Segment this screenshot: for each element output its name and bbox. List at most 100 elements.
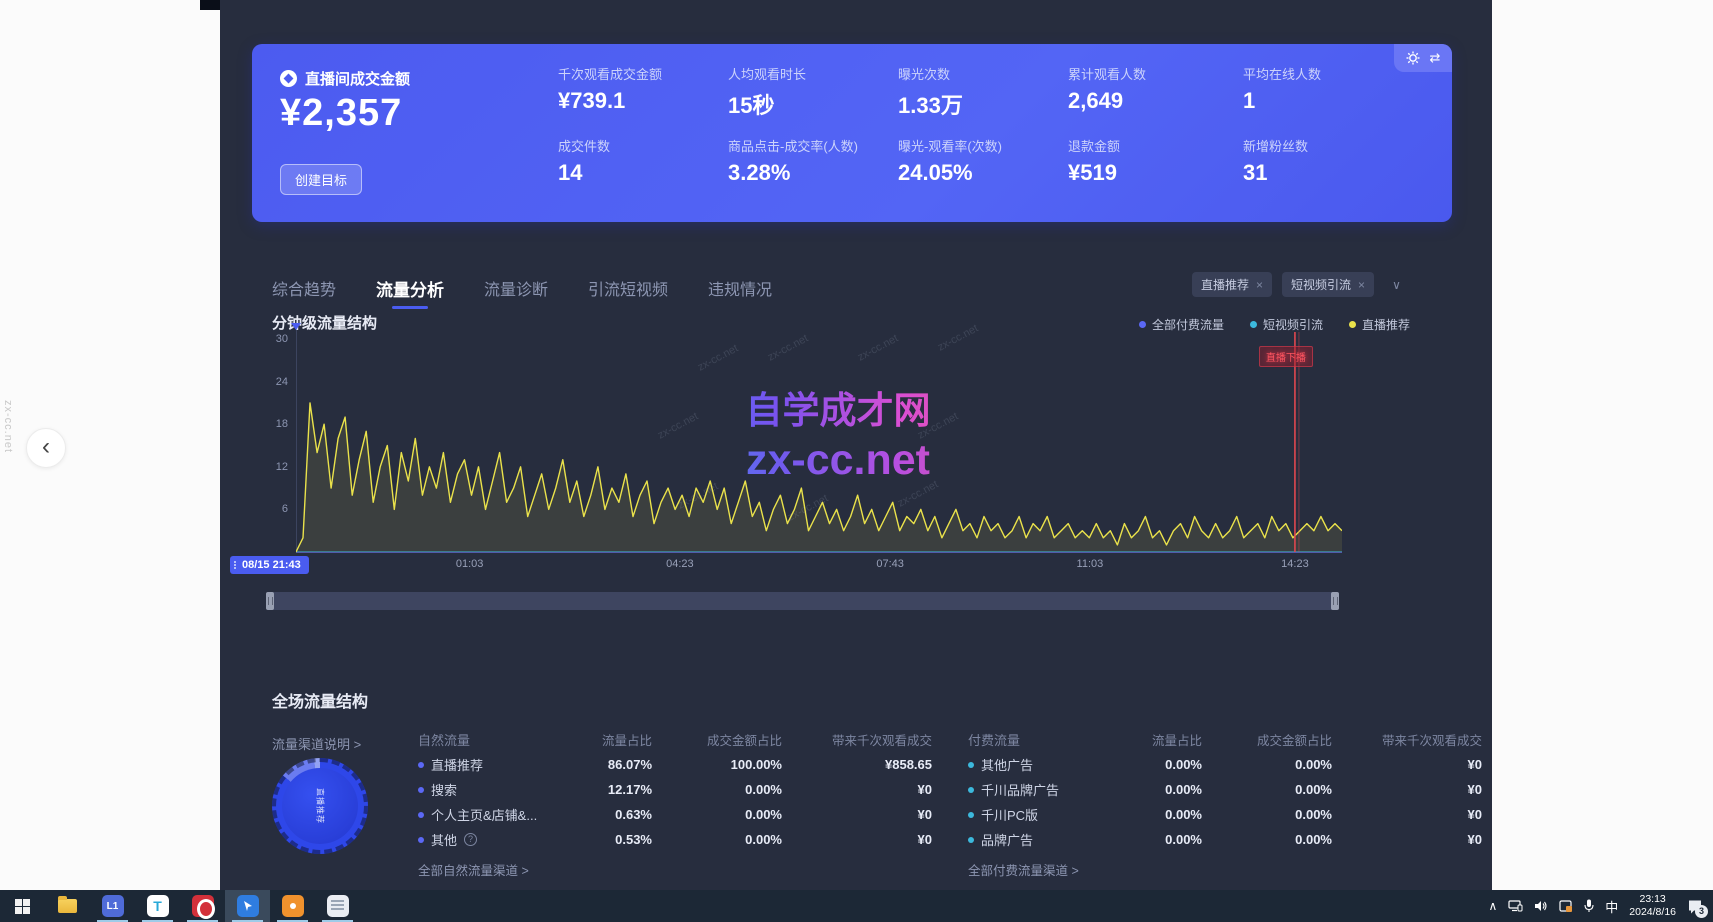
analytics-app-window: 直播间成交金额 ¥2,357 创建目标 千次观看成交金额¥739.1人均观看时长…	[220, 0, 1492, 890]
traffic-row-label: 其他	[431, 830, 457, 849]
chart-range-slider[interactable]	[267, 592, 1338, 610]
channel-help-link[interactable]: 流量渠道说明 >	[272, 734, 361, 753]
chip-close-icon[interactable]: ×	[1358, 278, 1365, 292]
session-traffic-section: 全场流量结构 流量渠道说明 > 直播推荐 自然流量流量占比成交金额占比带来千次观…	[220, 660, 1492, 890]
traffic-group-label: 付费流量	[968, 730, 1092, 749]
traffic-row-label: 千川PC版	[981, 805, 1038, 824]
ime-indicator[interactable]: 中	[1605, 897, 1618, 916]
taskbar-icon-windows-start[interactable]	[0, 890, 45, 922]
traffic-row-value: 0.00%	[1202, 757, 1332, 772]
traffic-row-label: 品牌广告	[981, 830, 1033, 849]
x-axis-tick-label: 07:43	[855, 558, 925, 570]
traffic-table-footer-link[interactable]: 全部自然流量渠道 >	[418, 860, 932, 879]
traffic-row-value: 0.00%	[652, 807, 782, 822]
traffic-row-value: 86.07%	[542, 757, 652, 772]
traffic-row-dot	[968, 762, 974, 768]
traffic-table-row[interactable]: 直播推荐86.07%100.00%¥858.65	[418, 752, 932, 777]
volume-icon[interactable]	[1534, 900, 1548, 912]
metric-label: 曝光-观看率(次数)	[898, 136, 1068, 155]
traffic-row-value: 0.63%	[542, 807, 652, 822]
traffic-table-row[interactable]: 个人主页&店铺&...0.63%0.00%¥0	[418, 802, 932, 827]
traffic-column-header: 成交金额占比	[1202, 730, 1332, 749]
legend-dot	[1250, 321, 1257, 328]
taskbar-icon-l1-app[interactable]: L1	[90, 890, 135, 922]
create-goal-button[interactable]: 创建目标	[280, 164, 362, 195]
minute-traffic-chart-section: 分钟级流量结构 全部付费流量短视频引流直播推荐 302418126 zx-cc.…	[220, 300, 1492, 630]
system-tray: ∧ 中 23:13 2024/8/16 3	[1488, 893, 1713, 919]
taskbar-icon-t-meeting-app[interactable]: T	[135, 890, 180, 922]
traffic-table-row[interactable]: 其他广告0.00%0.00%¥0	[968, 752, 1482, 777]
metric-value: 2,649	[1068, 88, 1238, 114]
metric-label: 人均观看时长	[728, 64, 898, 83]
taskbar-icon-pointer-app[interactable]	[225, 890, 270, 922]
banner-metric: 成交件数14	[558, 136, 728, 186]
traffic-row-value: 0.00%	[1092, 782, 1202, 797]
filter-chip[interactable]: 短视频引流×	[1282, 272, 1374, 297]
traffic-row-name: 品牌广告	[968, 830, 1092, 849]
chips-dropdown-icon[interactable]: ∨	[1384, 274, 1409, 296]
traffic-row-value: 100.00%	[652, 757, 782, 772]
taskbar-icon-red-o-browser[interactable]	[180, 890, 225, 922]
metric-value: 14	[558, 160, 728, 186]
settings-gear-icon[interactable]	[1406, 51, 1420, 65]
gmv-title: 直播间成交金额	[305, 68, 410, 89]
y-axis-tick-label: 6	[260, 503, 288, 515]
clock-date: 2024/8/16	[1629, 906, 1676, 919]
swap-view-icon[interactable]: ⇄	[1430, 50, 1441, 66]
x-axis-tick-label: 14:23	[1260, 558, 1330, 570]
traffic-row-dot	[418, 787, 424, 793]
chip-close-icon[interactable]: ×	[1256, 278, 1263, 292]
traffic-row-dot	[968, 787, 974, 793]
banner-corner-tools: ⇄	[1394, 44, 1452, 72]
microphone-icon[interactable]	[1584, 899, 1594, 913]
taskbar-icon-notepad-app[interactable]	[315, 890, 360, 922]
capture-tool-tray-icon[interactable]	[1559, 900, 1573, 913]
traffic-table-footer-link[interactable]: 全部付费流量渠道 >	[968, 860, 1482, 879]
taskbar-icon-file-explorer[interactable]	[45, 890, 90, 922]
traffic-table-row[interactable]: 千川品牌广告0.00%0.00%¥0	[968, 777, 1482, 802]
traffic-row-name: 搜索	[418, 780, 542, 799]
filter-chip[interactable]: 直播推荐 ×	[1192, 272, 1272, 297]
gmv-value: ¥2,357	[280, 92, 402, 135]
taskbar-clock[interactable]: 23:13 2024/8/16	[1629, 893, 1676, 919]
chart-start-time-tag[interactable]: 08/15 21:43	[230, 556, 309, 574]
traffic-table-row[interactable]: 其他?0.53%0.00%¥0	[418, 827, 932, 852]
gmv-banner: 直播间成交金额 ¥2,357 创建目标 千次观看成交金额¥739.1人均观看时长…	[252, 44, 1452, 222]
metric-value: ¥739.1	[558, 88, 728, 114]
traffic-row-name: 其他?	[418, 830, 542, 849]
banner-metric: 退款金额¥519	[1068, 136, 1238, 186]
range-slider-right-handle[interactable]	[1331, 592, 1339, 610]
traffic-column-header: 成交金额占比	[652, 730, 782, 749]
metric-value: 3.28%	[728, 160, 898, 186]
metric-value: 1.33万	[898, 88, 1068, 120]
paid-traffic-table: 付费流量流量占比成交金额占比带来千次观看成交其他广告0.00%0.00%¥0千川…	[968, 726, 1482, 879]
filter-chip-label: 直播推荐	[1201, 276, 1249, 293]
metric-value: 15秒	[728, 88, 898, 120]
tray-expand-icon[interactable]: ∧	[1488, 899, 1497, 913]
notification-center-icon[interactable]: 3	[1687, 899, 1703, 914]
chart-plot-area[interactable]: zx-cc.netzx-cc.netzx-cc.netzx-cc.netzx-c…	[296, 330, 1342, 554]
network-icon[interactable]	[1508, 900, 1523, 912]
traffic-table-row[interactable]: 千川PC版0.00%0.00%¥0	[968, 802, 1482, 827]
y-axis-tick-label: 24	[260, 376, 288, 388]
traffic-row-dot	[418, 837, 424, 843]
traffic-row-value: 0.00%	[652, 832, 782, 847]
taskbar-icon-orange-capture-app[interactable]	[270, 890, 315, 922]
legend-dot	[1349, 321, 1356, 328]
traffic-row-value: ¥0	[1332, 832, 1482, 847]
traffic-table-row[interactable]: 品牌广告0.00%0.00%¥0	[968, 827, 1482, 852]
traffic-column-header: 流量占比	[542, 730, 652, 749]
back-button[interactable]: ‹	[26, 428, 66, 468]
y-axis-tick-label: 12	[260, 461, 288, 473]
traffic-table-row[interactable]: 搜索12.17%0.00%¥0	[418, 777, 932, 802]
metric-label: 退款金额	[1068, 136, 1238, 155]
side-watermark: zx-cc.net	[2, 400, 14, 453]
traffic-row-value: ¥0	[782, 782, 932, 797]
legend-item[interactable]: 直播推荐	[1349, 316, 1410, 333]
gmv-target-icon	[280, 70, 297, 87]
metric-label: 平均在线人数	[1243, 64, 1413, 83]
traffic-row-name: 千川品牌广告	[968, 780, 1092, 799]
range-slider-left-handle[interactable]	[266, 592, 274, 610]
help-icon[interactable]: ?	[464, 833, 477, 846]
traffic-row-value: 0.00%	[1092, 807, 1202, 822]
